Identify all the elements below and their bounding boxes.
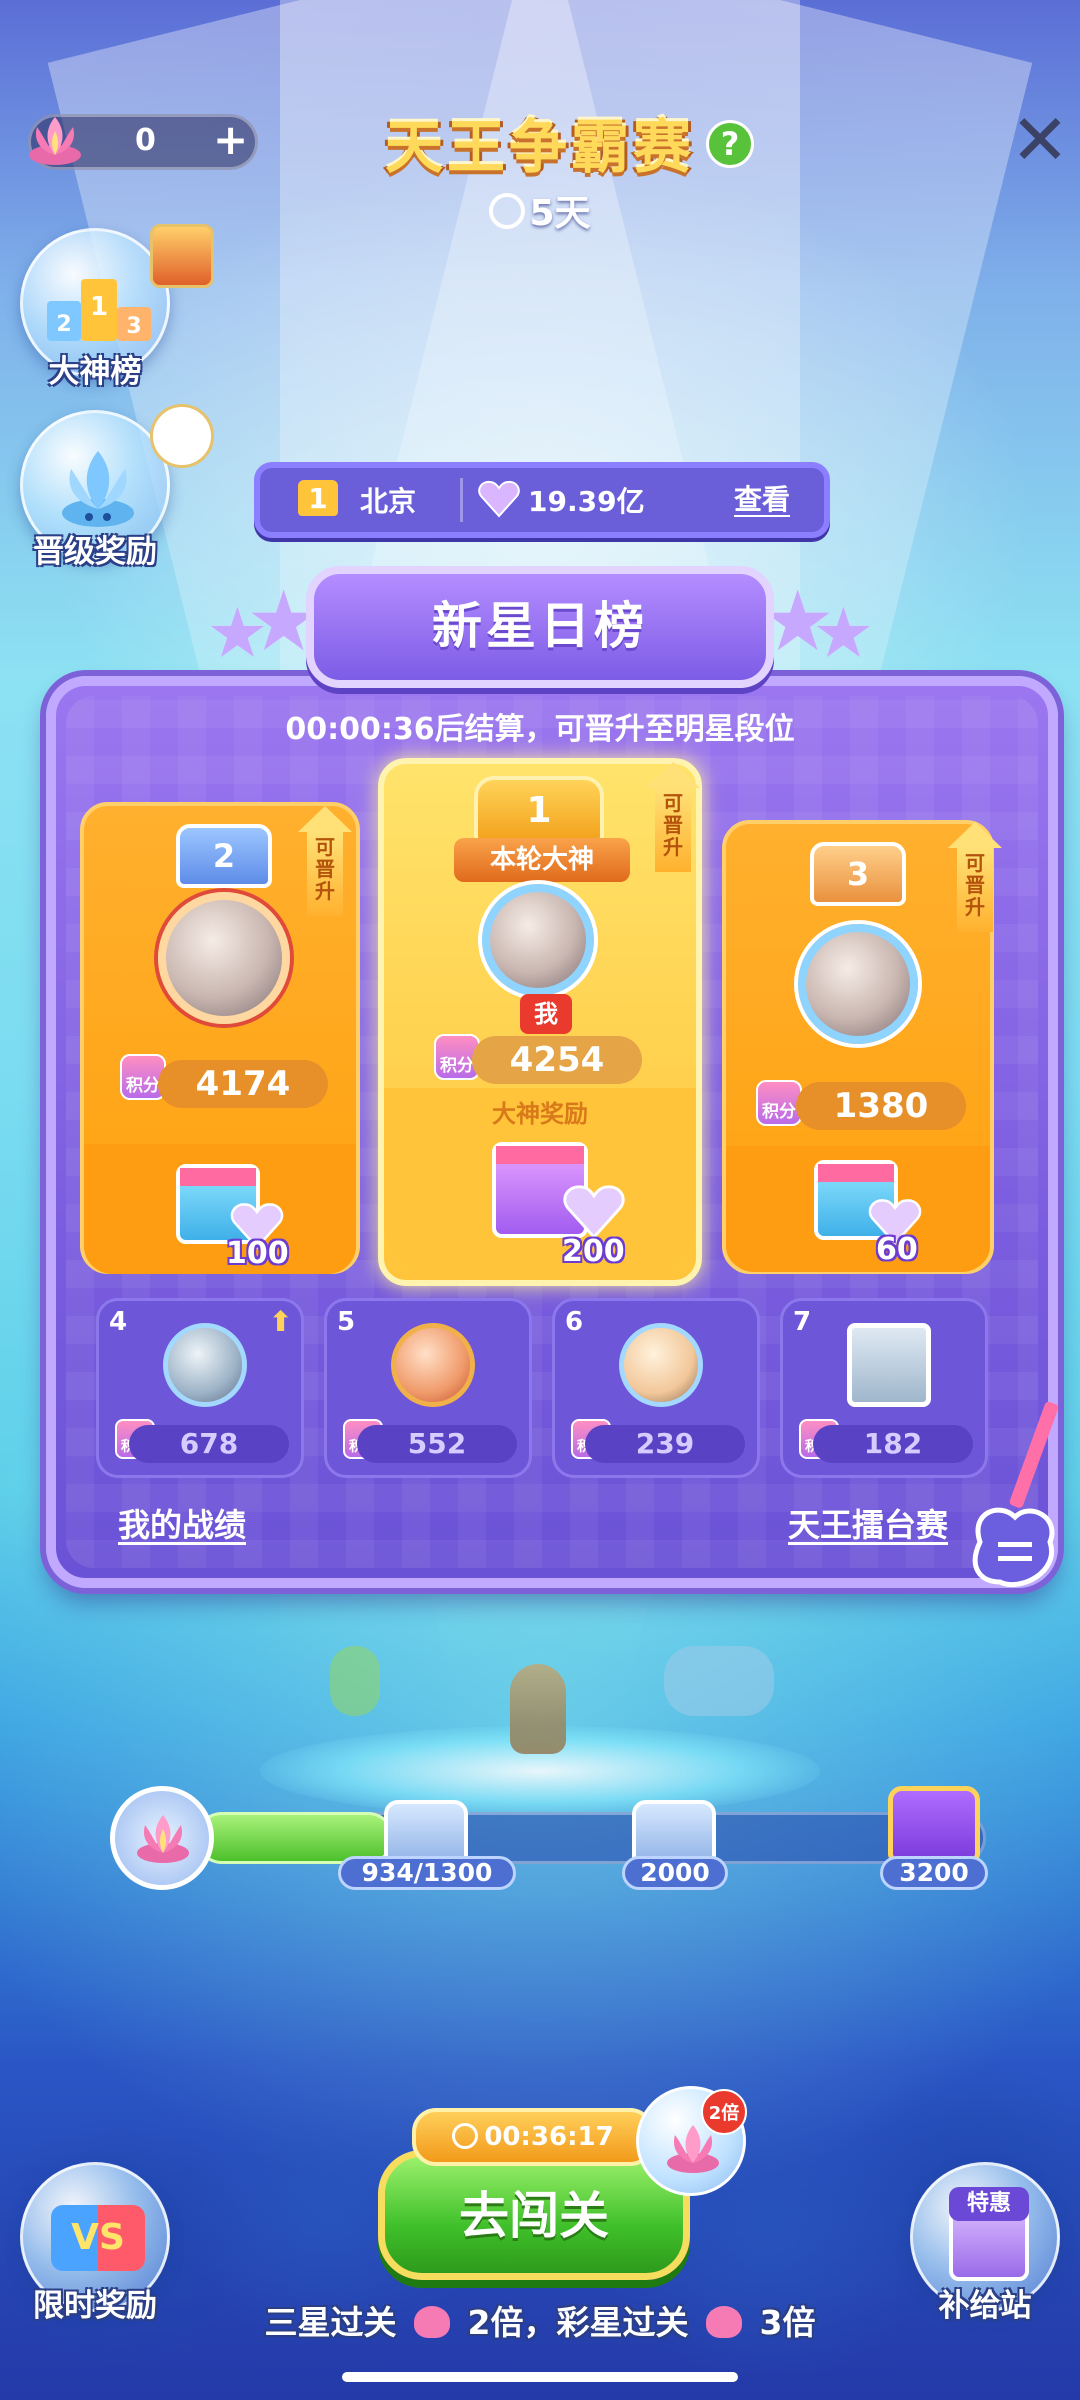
score: 4174 <box>158 1060 328 1108</box>
svg-text:1: 1 <box>90 292 108 322</box>
reward-amount: 200 <box>562 1234 625 1269</box>
promotable-arrow: 可晋升 <box>646 762 700 872</box>
wing-crown-icon: 1 <box>474 776 604 846</box>
bear-character-icon <box>510 1664 566 1754</box>
info-bar: 1 北京 19.39亿 查看 <box>254 462 830 538</box>
score: 239 <box>585 1425 745 1463</box>
promotable-arrow: 可晋升 <box>298 806 352 916</box>
reward-amount: 100 <box>226 1236 289 1271</box>
city-label: 北京 <box>360 485 417 518</box>
page-title: 天王争霸赛 <box>384 113 695 181</box>
score: 552 <box>357 1425 517 1463</box>
sale-tag: 特惠 <box>949 2187 1029 2221</box>
score: 182 <box>813 1425 973 1463</box>
close-button[interactable]: ✕ <box>1010 105 1070 175</box>
avatar <box>163 1323 247 1407</box>
challenge-timer: 00:36:17 <box>412 2108 654 2166</box>
promotable-arrow: 可晋升 <box>948 822 1002 932</box>
milestone-label: 2000 <box>622 1856 728 1890</box>
reward-label: 大神奖励 <box>492 1100 588 1128</box>
avatar <box>391 1323 475 1407</box>
top-player-badge: 本轮大神 <box>454 838 630 882</box>
rank-card-5[interactable]: 5 积分 552 <box>324 1298 532 1478</box>
settlement-countdown: 00:00:36后结算，可晋升至明星段位 <box>285 712 795 747</box>
board-title: 新星日榜 <box>306 566 774 688</box>
lotus-icon <box>110 1786 214 1890</box>
heart-total: 19.39亿 <box>528 485 645 518</box>
heart-gem-icon <box>478 480 520 518</box>
avatar <box>619 1323 703 1407</box>
promotion-badge-icon <box>150 404 214 468</box>
avatar <box>158 892 290 1024</box>
rank-badge: 3 <box>810 842 906 906</box>
svg-text:3: 3 <box>126 314 141 339</box>
drum-kit-icon <box>664 1646 774 1716</box>
podium-icon: 2 1 3 <box>47 279 151 341</box>
guitar-icon <box>972 1401 1059 1588</box>
gold-chest-icon[interactable] <box>888 1786 980 1862</box>
bonus-multiplier-bubble: 2倍 <box>636 2086 747 2196</box>
lotus-icon <box>414 2306 451 2338</box>
frog-guitarist-icon <box>330 1646 380 1716</box>
rank-up-arrow-icon: ⬆ <box>269 1305 293 1338</box>
divider <box>460 478 463 522</box>
avatar <box>798 924 918 1044</box>
milestone-label: 934/1300 <box>338 1856 516 1890</box>
rank-card-4[interactable]: 4 ⬆ 积分 678 <box>96 1298 304 1478</box>
promotion-reward-label: 晋级奖励 <box>33 534 157 570</box>
star-bonus-tip: 三星过关 2倍，彩星过关 3倍 <box>264 2303 816 2342</box>
me-tag: 我 <box>520 994 572 1034</box>
vs-icon: VS <box>51 2205 145 2271</box>
arena-link[interactable]: 天王擂台赛 <box>788 1500 948 1546</box>
rank-card-7[interactable]: 7 积分 182 <box>780 1298 988 1478</box>
my-record-link[interactable]: 我的战绩 <box>118 1500 246 1546</box>
score: 4254 <box>472 1036 642 1084</box>
multiplier-badge: 2倍 <box>701 2089 747 2135</box>
clock-icon <box>452 2123 479 2149</box>
rank-badge: 2 <box>176 824 272 888</box>
clock-icon <box>489 193 526 229</box>
avatar <box>847 1323 931 1407</box>
svg-text:2: 2 <box>56 312 71 337</box>
lotus-icon <box>706 2306 742 2338</box>
score: 1380 <box>796 1082 966 1130</box>
star-icon: ★ <box>812 592 875 674</box>
rank-crown-icon: 1 <box>298 480 338 516</box>
avatar <box>482 884 594 996</box>
home-indicator <box>342 2372 738 2382</box>
score: 678 <box>129 1425 289 1463</box>
heart-gem-icon <box>563 1185 625 1240</box>
reward-amount: 60 <box>876 1232 918 1267</box>
milestone-label: 3200 <box>880 1856 988 1890</box>
help-button[interactable]: ? <box>706 120 754 168</box>
leaderboard-badge-icon <box>150 224 214 288</box>
leaderboard-label: 大神榜 <box>48 354 142 390</box>
rank-card-6[interactable]: 6 积分 239 <box>552 1298 760 1478</box>
view-link[interactable]: 查看 <box>734 478 790 518</box>
lotus-trophy-icon <box>62 451 134 527</box>
